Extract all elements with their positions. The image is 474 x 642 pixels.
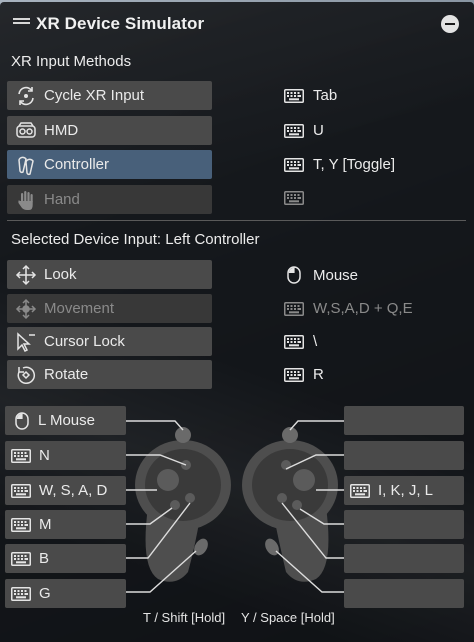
device-input-heading: Selected Device Input: Left Controller xyxy=(11,231,260,248)
move-arrows-icon xyxy=(15,298,37,320)
movement-shortcut: W,S,A,D + Q,E xyxy=(284,300,413,317)
right-binding-primary[interactable] xyxy=(344,544,464,573)
shortcut-text: Mouse xyxy=(313,266,359,284)
hmd-button[interactable]: HMD xyxy=(7,116,212,145)
shortcut-text: U xyxy=(313,122,324,139)
left-controller-illustration xyxy=(135,427,231,582)
right-controller-hint: Y / Space [Hold] xyxy=(241,610,335,625)
hmd-icon xyxy=(15,120,37,142)
keyboard-icon xyxy=(284,301,304,316)
binding-label: N xyxy=(39,447,50,464)
keyboard-icon xyxy=(350,483,370,498)
keyboard-icon xyxy=(284,123,304,138)
hmd-label: HMD xyxy=(44,122,79,139)
right-binding-trigger[interactable] xyxy=(344,406,464,435)
window-title: XR Device Simulator xyxy=(36,14,205,33)
cycle-xr-input-button[interactable]: Cycle XR Input xyxy=(7,81,212,110)
shortcut-text: Tab xyxy=(313,87,338,104)
keyboard-icon xyxy=(284,334,304,349)
binding-label: G xyxy=(39,585,51,602)
hand-shortcut xyxy=(284,191,313,205)
left-binding-secondary[interactable]: N xyxy=(5,441,126,470)
shortcut-text: T, Y [Toggle] xyxy=(313,156,396,173)
cycle-xr-input-label: Cycle XR Input xyxy=(44,87,145,104)
mouse-icon xyxy=(15,411,29,430)
hand-icon xyxy=(15,189,37,211)
binding-label: M xyxy=(39,516,52,533)
hand-button[interactable]: Hand xyxy=(7,185,212,214)
keyboard-icon xyxy=(11,586,31,601)
left-binding-trigger[interactable]: L Mouse xyxy=(5,406,126,435)
keyboard-icon xyxy=(284,157,304,172)
left-controller-hint: T / Shift [Hold] xyxy=(143,610,226,625)
collapse-button[interactable] xyxy=(441,15,459,33)
hand-label: Hand xyxy=(44,191,80,208)
left-binding-menu[interactable]: M xyxy=(5,510,126,539)
keyboard-icon xyxy=(11,517,31,532)
rotate-shortcut: R xyxy=(284,366,324,383)
controller-button[interactable]: Controller xyxy=(7,150,212,179)
look-button[interactable]: Look xyxy=(7,260,212,289)
input-methods-heading: XR Input Methods xyxy=(11,53,132,70)
controller-shortcut: T, Y [Toggle] xyxy=(284,156,395,173)
cycle-xr-input-shortcut: Tab xyxy=(284,87,337,104)
rotate-label: Rotate xyxy=(44,366,89,383)
left-binding-thumbstick[interactable]: W, S, A, D xyxy=(5,476,126,505)
movement-label: Movement xyxy=(44,300,115,317)
shortcut-text: R xyxy=(313,366,324,383)
movement-button[interactable]: Movement xyxy=(7,294,212,323)
drag-handle-icon[interactable] xyxy=(13,18,30,24)
binding-label: I, K, J, L xyxy=(378,482,434,499)
controller-icon xyxy=(15,154,37,176)
rotate-icon xyxy=(15,364,37,386)
cursor-icon xyxy=(15,331,37,353)
right-binding-menu[interactable] xyxy=(344,510,464,539)
look-shortcut: Mouse xyxy=(284,266,358,284)
shortcut-text: \ xyxy=(313,333,318,350)
keyboard-icon xyxy=(11,448,31,463)
xr-device-simulator-panel: XR Device Simulator XR Input Methods Cyc… xyxy=(0,2,474,642)
right-controller-illustration xyxy=(242,427,338,582)
keyboard-icon xyxy=(284,88,304,103)
right-binding-thumbstick[interactable]: I, K, J, L xyxy=(344,476,464,505)
keyboard-icon xyxy=(284,367,304,382)
binding-label: W, S, A, D xyxy=(39,482,108,499)
right-binding-grip[interactable] xyxy=(344,579,464,608)
binding-label: B xyxy=(39,550,50,567)
binding-label: L Mouse xyxy=(38,412,95,429)
keyboard-icon xyxy=(11,483,31,498)
hmd-shortcut: U xyxy=(284,122,324,139)
rotate-button[interactable]: Rotate xyxy=(7,360,212,389)
cursor-lock-button[interactable]: Cursor Lock xyxy=(7,327,212,356)
keyboard-icon xyxy=(284,191,304,205)
cursor-lock-shortcut: \ xyxy=(284,333,317,350)
cycle-icon xyxy=(15,85,37,107)
shortcut-text: W,S,A,D + Q,E xyxy=(313,300,413,317)
left-binding-grip[interactable]: G xyxy=(5,579,126,608)
cursor-lock-label: Cursor Lock xyxy=(44,333,125,350)
keyboard-icon xyxy=(11,551,31,566)
mouse-icon xyxy=(287,266,301,284)
move-arrows-icon xyxy=(15,264,37,286)
title-bar[interactable]: XR Device Simulator xyxy=(0,2,474,46)
section-divider xyxy=(7,220,466,221)
left-binding-primary[interactable]: B xyxy=(5,544,126,573)
right-binding-secondary[interactable] xyxy=(344,441,464,470)
controller-label: Controller xyxy=(44,156,110,173)
look-label: Look xyxy=(44,266,77,283)
